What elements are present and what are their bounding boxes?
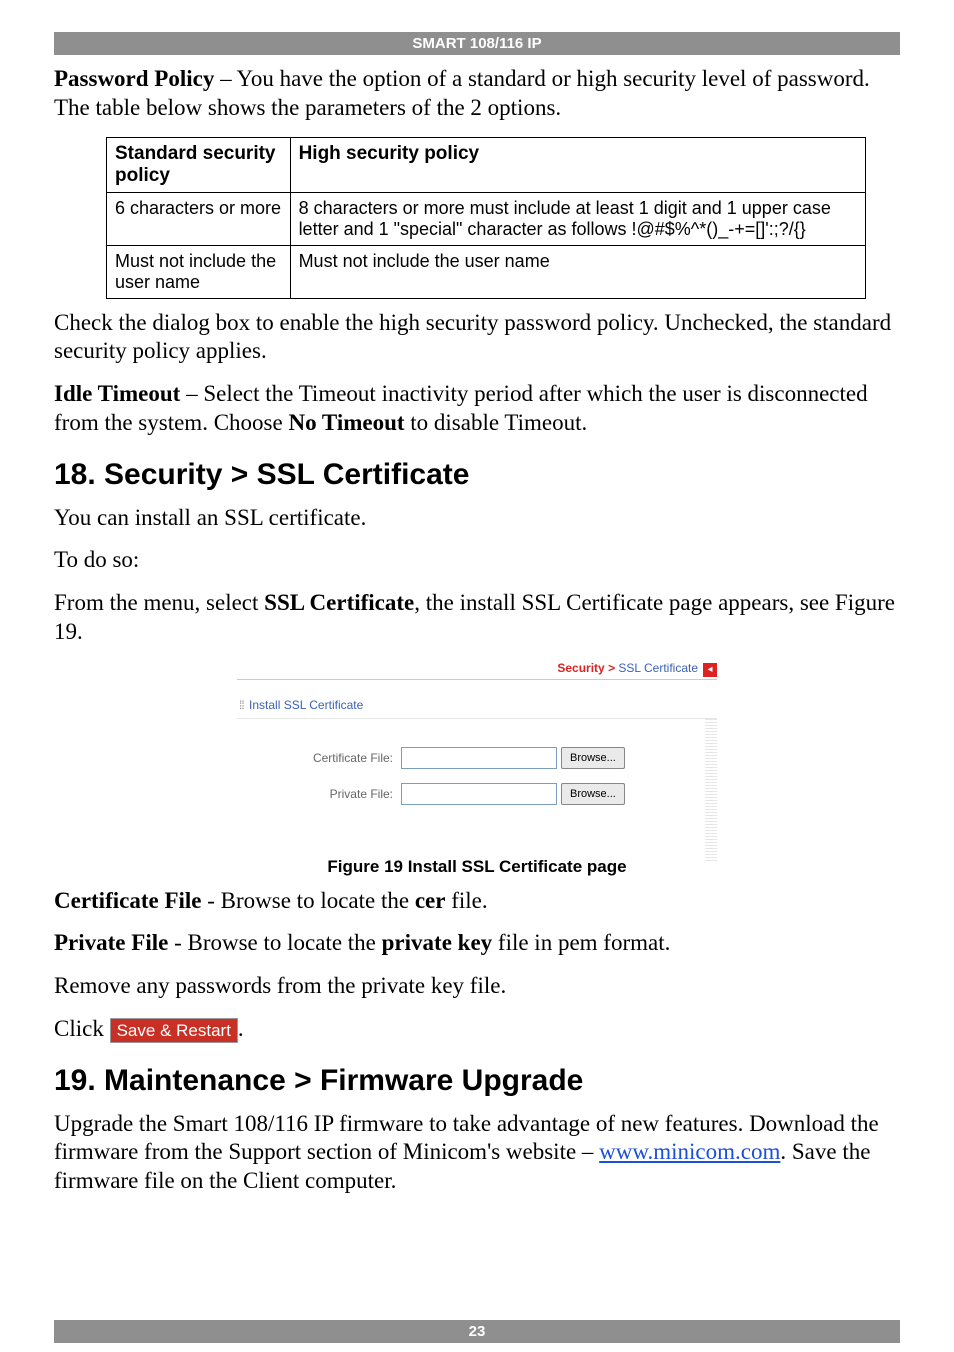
save-restart-button[interactable]: Save & Restart (110, 1018, 238, 1043)
password-policy-paragraph: Password Policy – You have the option of… (54, 65, 900, 123)
section-19-heading: 19. Maintenance > Firmware Upgrade (54, 1064, 900, 1098)
private-file-bold: Private File (54, 930, 168, 955)
period: . (238, 1016, 244, 1041)
install-ssl-header-text: Install SSL Certificate (249, 698, 363, 712)
cell-standard-1: Must not include the user name (107, 245, 291, 298)
idle-timeout-paragraph: Idle Timeout – Select the Timeout inacti… (54, 380, 900, 438)
certificate-file-paragraph: Certificate File - Browse to locate the … (54, 887, 900, 916)
upgrade-paragraph: Upgrade the Smart 108/116 IP firmware to… (54, 1110, 900, 1196)
table-header-row: Standard security policy High security p… (107, 137, 866, 192)
breadcrumb-security: Security > (557, 661, 618, 675)
certificate-browse-button[interactable]: Browse... (561, 747, 625, 769)
ssl-inner-panel: Certificate File: Browse... Private File… (237, 718, 717, 849)
cer-bold: cer (415, 888, 446, 913)
idle-timeout-label: Idle Timeout (54, 381, 180, 406)
cert-file-post: file. (445, 888, 487, 913)
header-standard: Standard security policy (107, 137, 291, 192)
from-menu-paragraph: From the menu, select SSL Certificate, t… (54, 589, 900, 647)
ssl-certificate-bold: SSL Certificate (264, 590, 414, 615)
to-do-so: To do so: (54, 546, 900, 575)
certificate-file-input[interactable] (401, 747, 557, 769)
breadcrumb-ssl-link[interactable]: SSL Certificate (618, 661, 698, 675)
click-save-restart-paragraph: Click Save & Restart. (54, 1015, 900, 1044)
minicom-link[interactable]: www.minicom.com (599, 1139, 780, 1164)
section-18-heading: 18. Security > SSL Certificate (54, 458, 900, 492)
idle-timeout-post: to disable Timeout. (405, 410, 588, 435)
cell-standard-0: 6 characters or more (107, 192, 291, 245)
private-file-paragraph: Private File - Browse to locate the priv… (54, 929, 900, 958)
figure-19: Security > SSL Certificate ◂ ⁞⁞ Install S… (54, 661, 900, 877)
private-browse-button[interactable]: Browse... (561, 783, 625, 805)
side-hatch-decoration (705, 719, 717, 849)
page-footer: 23 (54, 1320, 900, 1343)
page-header: SMART 108/116 IP (54, 32, 900, 55)
bottom-hatch-decoration (705, 849, 717, 861)
header-high: High security policy (290, 137, 865, 192)
page-content: Password Policy – You have the option of… (0, 65, 954, 1240)
remove-password-text: Remove any passwords from the private ke… (54, 972, 900, 1001)
private-file-label: Private File: (265, 787, 401, 801)
table-row: 6 characters or more 8 characters or mor… (107, 192, 866, 245)
certificate-file-bold: Certificate File (54, 888, 202, 913)
install-ssl-header: ⁞⁞ Install SSL Certificate (237, 680, 717, 718)
cell-high-1: Must not include the user name (290, 245, 865, 298)
cert-file-pre: - Browse to locate the (202, 888, 415, 913)
no-timeout-label: No Timeout (288, 410, 404, 435)
click-label: Click (54, 1016, 104, 1041)
password-policy-label: Password Policy (54, 66, 214, 91)
ssl-certificate-dialog: Security > SSL Certificate ◂ ⁞⁞ Install S… (237, 661, 717, 849)
table-row: Must not include the user name Must not … (107, 245, 866, 298)
ssl-install-text: You can install an SSL certificate. (54, 504, 900, 533)
private-file-row: Private File: Browse... (247, 783, 707, 805)
security-policy-table: Standard security policy High security p… (106, 137, 866, 299)
private-file-post: file in pem format. (492, 930, 670, 955)
cell-high-0: 8 characters or more must include at lea… (290, 192, 865, 245)
private-file-pre: - Browse to locate the (168, 930, 381, 955)
dots-icon: ⁞⁞ (239, 698, 244, 712)
certificate-file-row: Certificate File: Browse... (247, 747, 707, 769)
private-key-bold: private key (382, 930, 493, 955)
breadcrumb: Security > SSL Certificate ◂ (237, 661, 717, 680)
from-menu-pre: From the menu, select (54, 590, 264, 615)
figure-19-caption: Figure 19 Install SSL Certificate page (54, 857, 900, 877)
certificate-file-label: Certificate File: (265, 751, 401, 765)
breadcrumb-close-icon[interactable]: ◂ (703, 663, 717, 677)
check-text: Check the dialog box to enable the high … (54, 309, 900, 367)
private-file-input[interactable] (401, 783, 557, 805)
